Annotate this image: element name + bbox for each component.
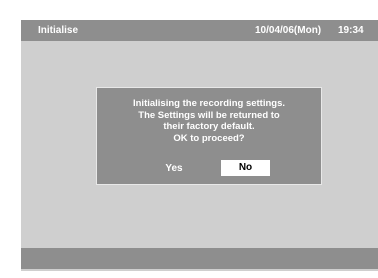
title-bar: Initialise 10/04/06(Mon) 19:34 <box>21 20 378 41</box>
message-line: Initialising the recording settings. <box>132 98 286 109</box>
no-button[interactable]: No <box>221 160 270 176</box>
page-title: Initialise <box>38 25 79 36</box>
message-line: OK to proceed? <box>173 132 245 144</box>
message-line: their factory default. <box>163 121 255 132</box>
yes-button[interactable]: Yes <box>161 162 187 176</box>
bottom-bar <box>21 248 378 269</box>
time-display: 19:34 <box>338 25 364 36</box>
confirm-dialog: Initialising the recording settings. The… <box>96 87 322 185</box>
date-display: 10/04/06(Mon) <box>255 25 322 36</box>
dialog-message: Initialising the recording settings. The… <box>97 98 321 144</box>
message-line: The Settings will be returned to <box>138 109 280 121</box>
screen: Initialise 10/04/06(Mon) 19:34 Initialis… <box>21 20 378 271</box>
